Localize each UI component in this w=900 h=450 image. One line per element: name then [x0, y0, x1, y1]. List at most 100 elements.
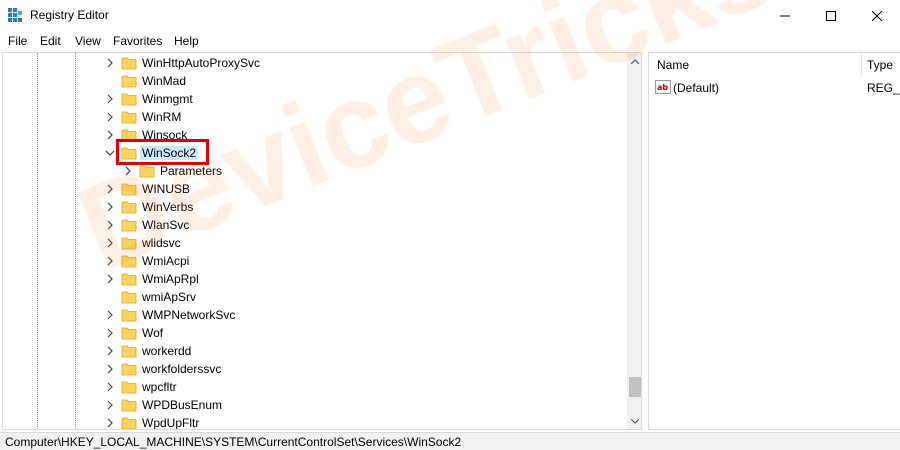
- chevron-right-icon[interactable]: [123, 165, 133, 177]
- folder-icon: [121, 183, 137, 196]
- scroll-thumb[interactable]: [629, 377, 641, 397]
- folder-icon: [121, 237, 137, 250]
- tree-item-label: WINUSB: [142, 182, 190, 196]
- menu-edit[interactable]: Edit: [40, 34, 61, 48]
- minimize-button[interactable]: [762, 0, 808, 31]
- folder-icon: [121, 75, 137, 88]
- chevron-up-icon: [631, 58, 639, 64]
- tree-item-winmad[interactable]: WinMad: [3, 72, 623, 90]
- chevron-right-icon[interactable]: [105, 327, 115, 339]
- tree-item-label: WinHttpAutoProxySvc: [142, 56, 261, 70]
- value-name: (Default): [673, 81, 720, 95]
- value-row[interactable]: ab (Default) REG_S: [655, 79, 900, 97]
- tree-item-label: Winmgmt: [142, 92, 193, 106]
- chevron-right-icon[interactable]: [105, 273, 115, 285]
- chevron-right-icon[interactable]: [105, 129, 115, 141]
- menu-favorites[interactable]: Favorites: [113, 34, 162, 48]
- tree-item-winverbs[interactable]: WinVerbs: [3, 198, 623, 216]
- title-bar[interactable]: Registry Editor: [0, 0, 900, 31]
- folder-icon: [121, 399, 137, 412]
- value-type: REG_S: [867, 81, 900, 95]
- registry-key-tree[interactable]: WinHttpAutoProxySvc WinMad Winmgmt WinRM Win…: [2, 52, 642, 430]
- folder-icon: [121, 363, 137, 376]
- chevron-right-icon[interactable]: [105, 417, 115, 429]
- chevron-right-icon[interactable]: [105, 57, 115, 69]
- chevron-right-icon[interactable]: [105, 201, 115, 213]
- menu-help[interactable]: Help: [174, 34, 199, 48]
- chevron-right-icon[interactable]: [105, 381, 115, 393]
- tree-item-wlidsvc[interactable]: wlidsvc: [3, 234, 623, 252]
- folder-icon: [121, 201, 137, 214]
- tree-item-wlansvc[interactable]: WlanSvc: [3, 216, 623, 234]
- column-header-type[interactable]: Type: [867, 58, 893, 72]
- folder-icon: [139, 165, 155, 178]
- tree-item-winsock[interactable]: Winsock: [3, 126, 623, 144]
- tree-item-label: WinRM: [142, 110, 182, 124]
- status-path: Computer\HKEY_LOCAL_MACHINE\SYSTEM\Curre…: [5, 435, 462, 449]
- folder-icon: [121, 309, 137, 322]
- tree-item-winrm[interactable]: WinRM: [3, 108, 623, 126]
- folder-icon: [121, 255, 137, 268]
- tree-vertical-scrollbar[interactable]: [627, 53, 641, 429]
- tree-item-workerdd[interactable]: workerdd: [3, 342, 623, 360]
- tree-item-label: WpdUpFltr: [142, 416, 200, 430]
- registry-editor-icon: [8, 8, 22, 22]
- chevron-right-icon[interactable]: [105, 345, 115, 357]
- close-button[interactable]: [854, 0, 900, 31]
- chevron-down-icon: [631, 418, 639, 424]
- folder-icon: [121, 57, 137, 70]
- scroll-up-button[interactable]: [627, 53, 641, 69]
- tree-item-label: wpcfltr: [142, 380, 177, 394]
- folder-icon: [121, 417, 137, 429]
- tree-item-label: wlidsvc: [142, 236, 181, 250]
- tree-item-wmiapsrv[interactable]: wmiApSrv: [3, 288, 623, 306]
- winsock2-highlight-box: [116, 139, 209, 165]
- tree-item-winusb[interactable]: WINUSB: [3, 180, 623, 198]
- column-header-name[interactable]: Name: [657, 58, 689, 72]
- chevron-right-icon[interactable]: [105, 309, 115, 321]
- tree-item-label: wmiApSrv: [142, 290, 197, 304]
- chevron-right-icon[interactable]: [105, 255, 115, 267]
- folder-icon: [121, 93, 137, 106]
- maximize-button[interactable]: [808, 0, 854, 31]
- tree-item-wpcfltr[interactable]: wpcfltr: [3, 378, 623, 396]
- tree-item-wmiaprpl[interactable]: WmiApRpl: [3, 270, 623, 288]
- tree-item-winmgmt[interactable]: Winmgmt: [3, 90, 623, 108]
- tree-item-wof[interactable]: Wof: [3, 324, 623, 342]
- chevron-right-icon[interactable]: [105, 363, 115, 375]
- chevron-right-icon[interactable]: [105, 219, 115, 231]
- tree-item-label: Wof: [142, 326, 164, 340]
- menu-file[interactable]: File: [8, 34, 27, 48]
- folder-icon: [121, 327, 137, 340]
- chevron-right-icon[interactable]: [105, 111, 115, 123]
- tree-item-label: WmiAcpi: [142, 254, 190, 268]
- chevron-down-icon[interactable]: [105, 147, 115, 159]
- tree-item-parameters[interactable]: Parameters: [3, 162, 623, 180]
- folder-icon: [121, 273, 137, 286]
- tree-item-label: WmiApRpl: [142, 272, 199, 286]
- tree-item-wpdupfltr[interactable]: WpdUpFltr: [3, 414, 623, 430]
- tree-item-label: WPDBusEnum: [142, 398, 223, 412]
- window-title: Registry Editor: [30, 8, 109, 22]
- tree-item-wmiacpi[interactable]: WmiAcpi: [3, 252, 623, 270]
- folder-icon: [121, 219, 137, 232]
- chevron-right-icon[interactable]: [105, 237, 115, 249]
- close-icon: [872, 10, 882, 21]
- menu-view[interactable]: View: [75, 34, 101, 48]
- values-pane[interactable]: Name Type ab (Default) REG_S: [648, 52, 900, 430]
- tree-item-wmpnetworksvc[interactable]: WMPNetworkSvc: [3, 306, 623, 324]
- tree-item-wpdbusenum[interactable]: WPDBusEnum: [3, 396, 623, 414]
- maximize-icon: [826, 10, 836, 21]
- chevron-right-icon[interactable]: [105, 399, 115, 411]
- chevron-right-icon[interactable]: [105, 183, 115, 195]
- chevron-right-icon[interactable]: [105, 93, 115, 105]
- folder-icon: [121, 111, 137, 124]
- tree-item-winsock2[interactable]: WinSock2: [3, 144, 623, 162]
- folder-icon: [121, 345, 137, 358]
- column-divider[interactable]: [861, 53, 862, 75]
- tree-item-winhttpautoproxysvc[interactable]: WinHttpAutoProxySvc: [3, 54, 623, 72]
- tree-item-label: WinVerbs: [142, 200, 194, 214]
- tree-item-workfolderssvc[interactable]: workfolderssvc: [3, 360, 623, 378]
- status-bar: Computer\HKEY_LOCAL_MACHINE\SYSTEM\Curre…: [0, 432, 900, 450]
- scroll-down-button[interactable]: [627, 413, 641, 429]
